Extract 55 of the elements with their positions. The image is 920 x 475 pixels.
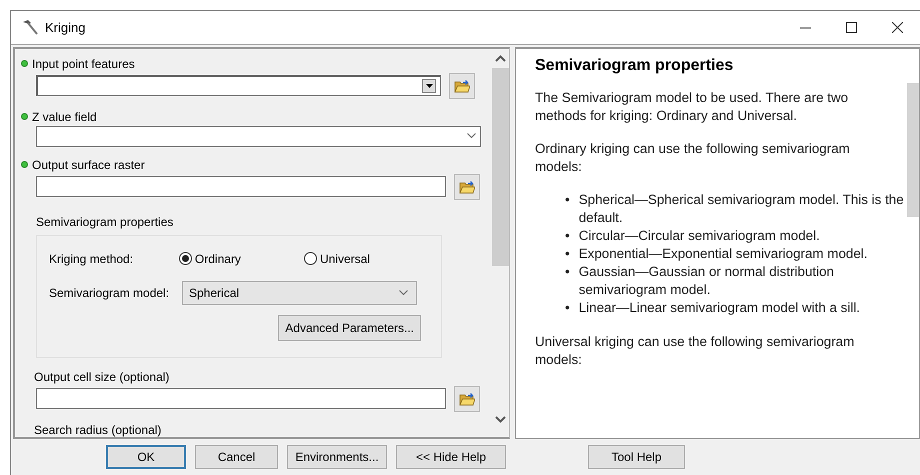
radio-option[interactable]: Ordinary [178, 252, 304, 266]
parameter-label: Output cell size (optional) [34, 370, 170, 384]
input-field[interactable] [36, 75, 441, 96]
scrollbar-thumb[interactable] [492, 68, 509, 266]
folder-icon [459, 392, 475, 406]
dropdown-button[interactable] [422, 79, 436, 94]
help-paragraph: Universal kriging can use the following semivariogram models: [535, 332, 856, 369]
dialog-button[interactable]: Cancel [195, 444, 278, 469]
radio-circle[interactable] [304, 252, 317, 266]
help-paragraph: The Semivariogram model to be used. There are two methods for kriging: Ordinary and Universal. [535, 88, 850, 125]
input-field[interactable] [36, 176, 446, 198]
hammer-icon [21, 19, 39, 36]
bullet: • [565, 262, 570, 281]
scroll-up-icon[interactable] [495, 54, 506, 62]
field-label: Semivariogram model: [49, 286, 170, 300]
help-list-item: Circular—Circular semivariogram model. [578, 226, 820, 245]
dialog-button[interactable]: Tool Help [588, 444, 685, 469]
caret-icon [426, 84, 432, 88]
radio-circle[interactable] [178, 252, 192, 266]
bullet: • [565, 190, 570, 209]
help-paragraph: Ordinary kriging can use the following semivariogram models: [535, 140, 851, 176]
browse-button[interactable] [454, 174, 480, 200]
window-title: Kriging [45, 20, 86, 35]
model-dropdown[interactable]: Spherical [182, 280, 417, 305]
parameter-label: Search radius (optional) [34, 422, 162, 437]
chevron-down-icon [399, 290, 408, 296]
advanced-parameters-button[interactable]: Advanced Parameters... [278, 314, 421, 341]
help-list-item: Gaussian—Gaussian or normal distribution semivariogram model. [578, 262, 835, 299]
help-list-item: Spherical—Spherical semivariogram model. This is the default. [578, 190, 905, 227]
help-list-item: Exponential—Exponential semivariogram model. [578, 244, 868, 263]
folder-icon [454, 78, 470, 93]
parameter-label: Input point features [32, 56, 135, 71]
bullet: • [565, 226, 570, 245]
dialog-button[interactable]: << Hide Help [396, 444, 506, 469]
folder-icon [459, 180, 475, 194]
close-icon[interactable] [892, 22, 902, 33]
parameter-label: Output surface raster [32, 158, 145, 172]
input-field[interactable] [36, 388, 446, 410]
parameter-label: Z value field [32, 110, 97, 124]
bullet: • [565, 244, 570, 263]
radio-option[interactable]: Universal [304, 252, 429, 266]
dropdown-field[interactable] [36, 126, 481, 147]
maximize-icon[interactable] [846, 22, 856, 33]
help-list-item: Linear—Linear semivariogram model with a sill. [578, 298, 860, 317]
dialog-button[interactable]: Environments... [287, 444, 387, 469]
dialog-button[interactable]: OK [106, 444, 186, 469]
parameter-label: Semivariogram properties [36, 214, 174, 229]
browse-button[interactable] [449, 72, 475, 99]
scroll-down-icon[interactable] [495, 416, 506, 423]
bullet: • [565, 298, 570, 317]
help-title: Semivariogram properties [535, 56, 734, 75]
scrollbar-thumb[interactable] [907, 82, 919, 217]
field-label: Kriging method: [49, 252, 134, 266]
browse-button[interactable] [454, 386, 480, 412]
chevron-down-icon [467, 133, 476, 140]
